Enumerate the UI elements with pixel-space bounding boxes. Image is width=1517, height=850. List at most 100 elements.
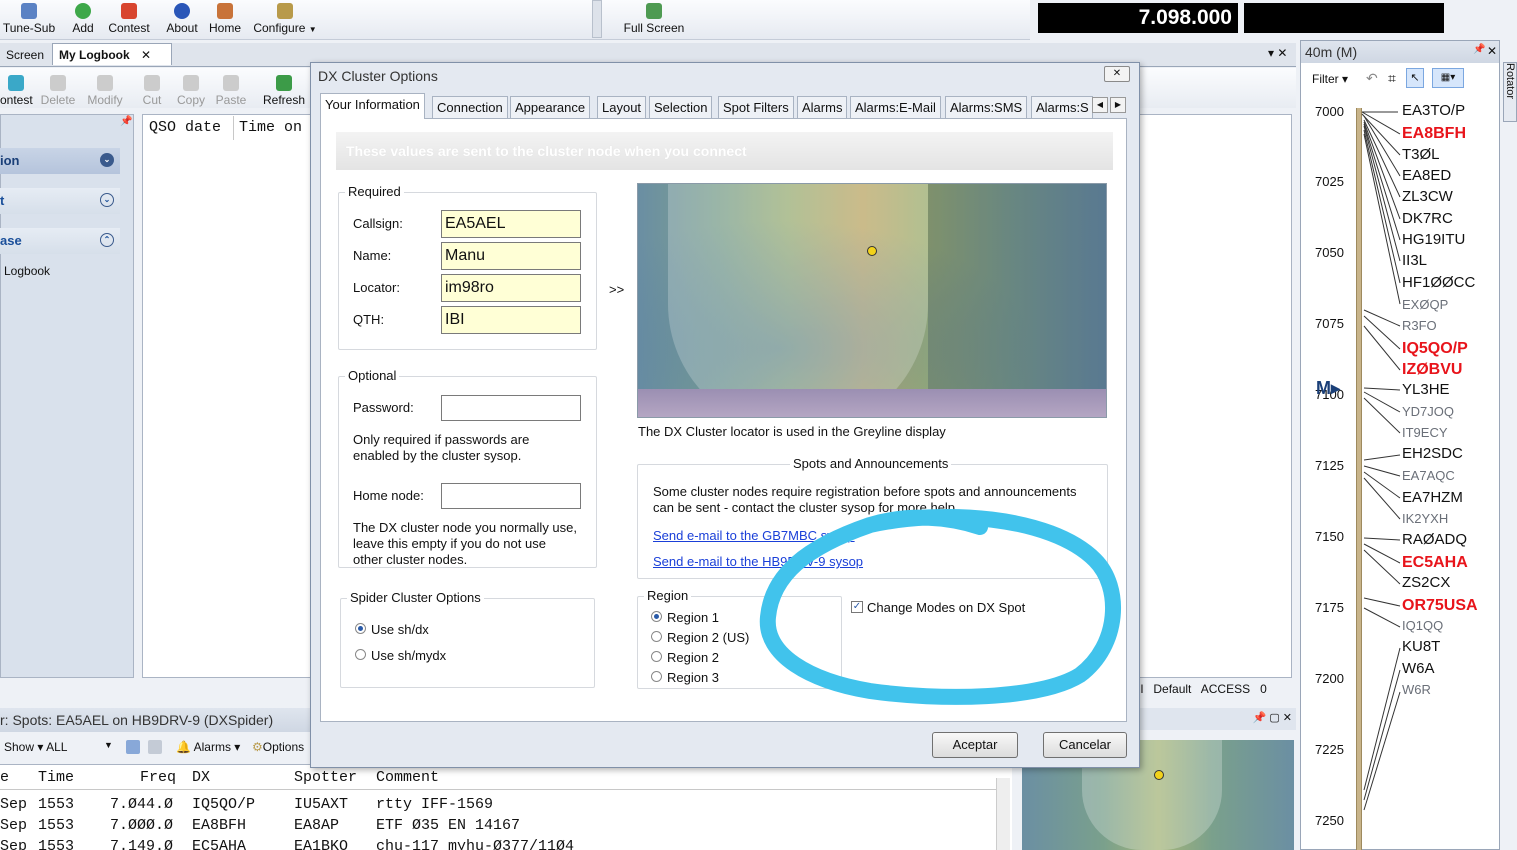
- nav-logbook-item[interactable]: Logbook: [4, 264, 50, 278]
- band-spot[interactable]: W6R: [1402, 682, 1431, 697]
- tab-alarms-s[interactable]: Alarms:S: [1031, 96, 1093, 118]
- band-spot[interactable]: HG19ITU: [1402, 231, 1465, 248]
- band-spot[interactable]: EA7AQC: [1402, 468, 1455, 483]
- crop-icon[interactable]: ⌗: [1388, 70, 1396, 87]
- region-2-us-label[interactable]: Region 2 (US): [667, 630, 749, 645]
- password-field[interactable]: [441, 395, 581, 421]
- region-3-radio[interactable]: [651, 671, 662, 682]
- add-button[interactable]: Add: [68, 0, 98, 40]
- cancelar-button[interactable]: Cancelar: [1043, 732, 1127, 758]
- band-spot[interactable]: EXØQP: [1402, 297, 1448, 312]
- aceptar-button[interactable]: Aceptar: [932, 732, 1018, 758]
- band-spot[interactable]: YL3HE: [1402, 381, 1450, 398]
- configure-button[interactable]: Configure ▼: [252, 0, 318, 40]
- nav-header-1[interactable]: ion ⌄: [0, 148, 120, 174]
- tab-selection[interactable]: Selection: [649, 96, 713, 118]
- tab-scroll-right-icon[interactable]: ▶: [1110, 97, 1126, 113]
- band-spot[interactable]: EA3TO/P: [1402, 102, 1465, 119]
- nav-header-3[interactable]: ase ⌃: [0, 228, 120, 254]
- tune-sub-button[interactable]: Tune-Sub: [0, 0, 58, 40]
- full-screen-button[interactable]: Full Screen: [618, 0, 690, 40]
- band-spot[interactable]: IQ1QQ: [1402, 618, 1443, 633]
- tab-your-information[interactable]: Your Information: [320, 93, 425, 119]
- show-filter-dropdown[interactable]: Show ▾ ALL: [4, 740, 67, 754]
- use-sh-mydx-radio[interactable]: [355, 649, 366, 660]
- band-spot[interactable]: IQ5QO/P: [1402, 340, 1468, 358]
- region-3-label[interactable]: Region 3: [667, 670, 719, 685]
- delete-button[interactable]: Delete: [38, 72, 78, 112]
- col-header-time-on[interactable]: Time on: [236, 116, 316, 140]
- rotator-tab[interactable]: Rotator: [1503, 62, 1517, 122]
- col-header-qso-date[interactable]: QSO date: [146, 116, 234, 140]
- spots-copy-icon[interactable]: [126, 740, 140, 754]
- band-spot[interactable]: DK7RC: [1402, 210, 1453, 227]
- tab-scroll-left-icon[interactable]: ◀: [1092, 97, 1108, 113]
- band-spot[interactable]: HF1ØØCC: [1402, 274, 1475, 291]
- close-icon[interactable]: ✕: [141, 48, 151, 62]
- locator-field[interactable]: im98ro: [441, 274, 581, 302]
- dialog-close-button[interactable]: ✕: [1104, 66, 1130, 82]
- band-spot[interactable]: IK2YXH: [1402, 511, 1448, 526]
- pin-icon[interactable]: 📌: [1473, 44, 1485, 55]
- band-spot[interactable]: II3L: [1402, 252, 1427, 269]
- callsign-field[interactable]: EA5AEL: [441, 210, 581, 238]
- tab-alarms-email[interactable]: Alarms:E-Mail: [850, 96, 941, 118]
- qth-field[interactable]: IBI: [441, 306, 581, 334]
- use-sh-dx-radio[interactable]: [355, 623, 366, 634]
- band-spot[interactable]: EA7HZM: [1402, 489, 1463, 506]
- spots-scrollbar[interactable]: [996, 778, 1010, 850]
- pointer-icon[interactable]: ↖: [1406, 68, 1424, 88]
- pane-controls-icon[interactable]: 📌 ▢ ✕: [1253, 711, 1292, 724]
- cut-button[interactable]: Cut: [138, 72, 166, 112]
- collapse-icon[interactable]: ⌄: [100, 153, 114, 167]
- tab-layout[interactable]: Layout: [597, 96, 647, 118]
- tab-screen[interactable]: Screen: [0, 44, 50, 66]
- region-2-radio[interactable]: [651, 651, 662, 662]
- tab-alarms-sms[interactable]: Alarms:SMS: [945, 96, 1028, 118]
- region-1-label[interactable]: Region 1: [667, 610, 719, 625]
- table-row[interactable]: Sep 1553 7.149.Ø EC5AHA EA1BKO chu-117 m…: [0, 838, 990, 850]
- home-node-field[interactable]: [441, 483, 581, 509]
- region-2-label[interactable]: Region 2: [667, 650, 719, 665]
- band-spot[interactable]: KU8T: [1402, 638, 1440, 655]
- table-row[interactable]: Sep 1553 7.Ø44.Ø IQ5QO/P IU5AXT rtty IFF…: [0, 796, 990, 816]
- tab-appearance[interactable]: Appearance: [510, 96, 591, 118]
- band-spot[interactable]: IT9ECY: [1402, 425, 1448, 440]
- spots-search-icon[interactable]: [148, 740, 162, 754]
- filter-chevron-icon[interactable]: ▼: [104, 740, 113, 750]
- home-button[interactable]: Home: [206, 0, 244, 40]
- about-button[interactable]: About: [164, 0, 200, 40]
- band-spot[interactable]: EA8BFH: [1402, 125, 1466, 143]
- band-spot[interactable]: ZS2CX: [1402, 574, 1450, 591]
- tab-spot-filters[interactable]: Spot Filters: [718, 96, 794, 118]
- close-icon[interactable]: ✕: [1487, 44, 1497, 58]
- nav-header-2[interactable]: t ⌄: [0, 188, 120, 214]
- table-row[interactable]: Sep 1553 7.ØØØ.Ø EA8BFH EA8AP ETF Ø35 EN…: [0, 817, 990, 837]
- region-1-radio[interactable]: [651, 611, 662, 622]
- band-spot[interactable]: IZØBVU: [1402, 361, 1462, 379]
- region-2-us-radio[interactable]: [651, 631, 662, 642]
- contest-log-button[interactable]: ontest: [0, 72, 33, 112]
- doc-close-icon[interactable]: ▾ ✕: [1268, 46, 1287, 60]
- options-dropdown[interactable]: ⚙Options: [252, 740, 304, 754]
- band-spot[interactable]: RAØADQ: [1402, 531, 1467, 548]
- band-spot[interactable]: YD7JOQ: [1402, 404, 1454, 419]
- paste-button[interactable]: Paste: [212, 72, 250, 112]
- expand-icon[interactable]: ⌄: [100, 193, 114, 207]
- use-sh-dx-label[interactable]: Use sh/dx: [371, 622, 429, 637]
- contest-button[interactable]: Contest: [104, 0, 154, 40]
- modify-button[interactable]: Modify: [84, 72, 126, 112]
- tab-connection[interactable]: Connection: [432, 96, 508, 118]
- copy-button[interactable]: Copy: [174, 72, 208, 112]
- band-spot[interactable]: EA8ED: [1402, 167, 1451, 184]
- use-sh-mydx-label[interactable]: Use sh/mydx: [371, 648, 446, 663]
- tab-alarms[interactable]: Alarms: [797, 96, 848, 118]
- alarms-dropdown[interactable]: 🔔 Alarms ▾: [176, 740, 240, 754]
- band-spot[interactable]: R3FO: [1402, 318, 1437, 333]
- band-spot[interactable]: EH2SDC: [1402, 445, 1463, 462]
- band-spot[interactable]: OR75USA: [1402, 597, 1478, 615]
- band-spot[interactable]: ZL3CW: [1402, 188, 1453, 205]
- tab-my-logbook[interactable]: My Logbook ✕: [52, 43, 172, 65]
- refresh-button[interactable]: Refresh: [260, 72, 308, 112]
- toolbar-scroll[interactable]: [592, 0, 602, 38]
